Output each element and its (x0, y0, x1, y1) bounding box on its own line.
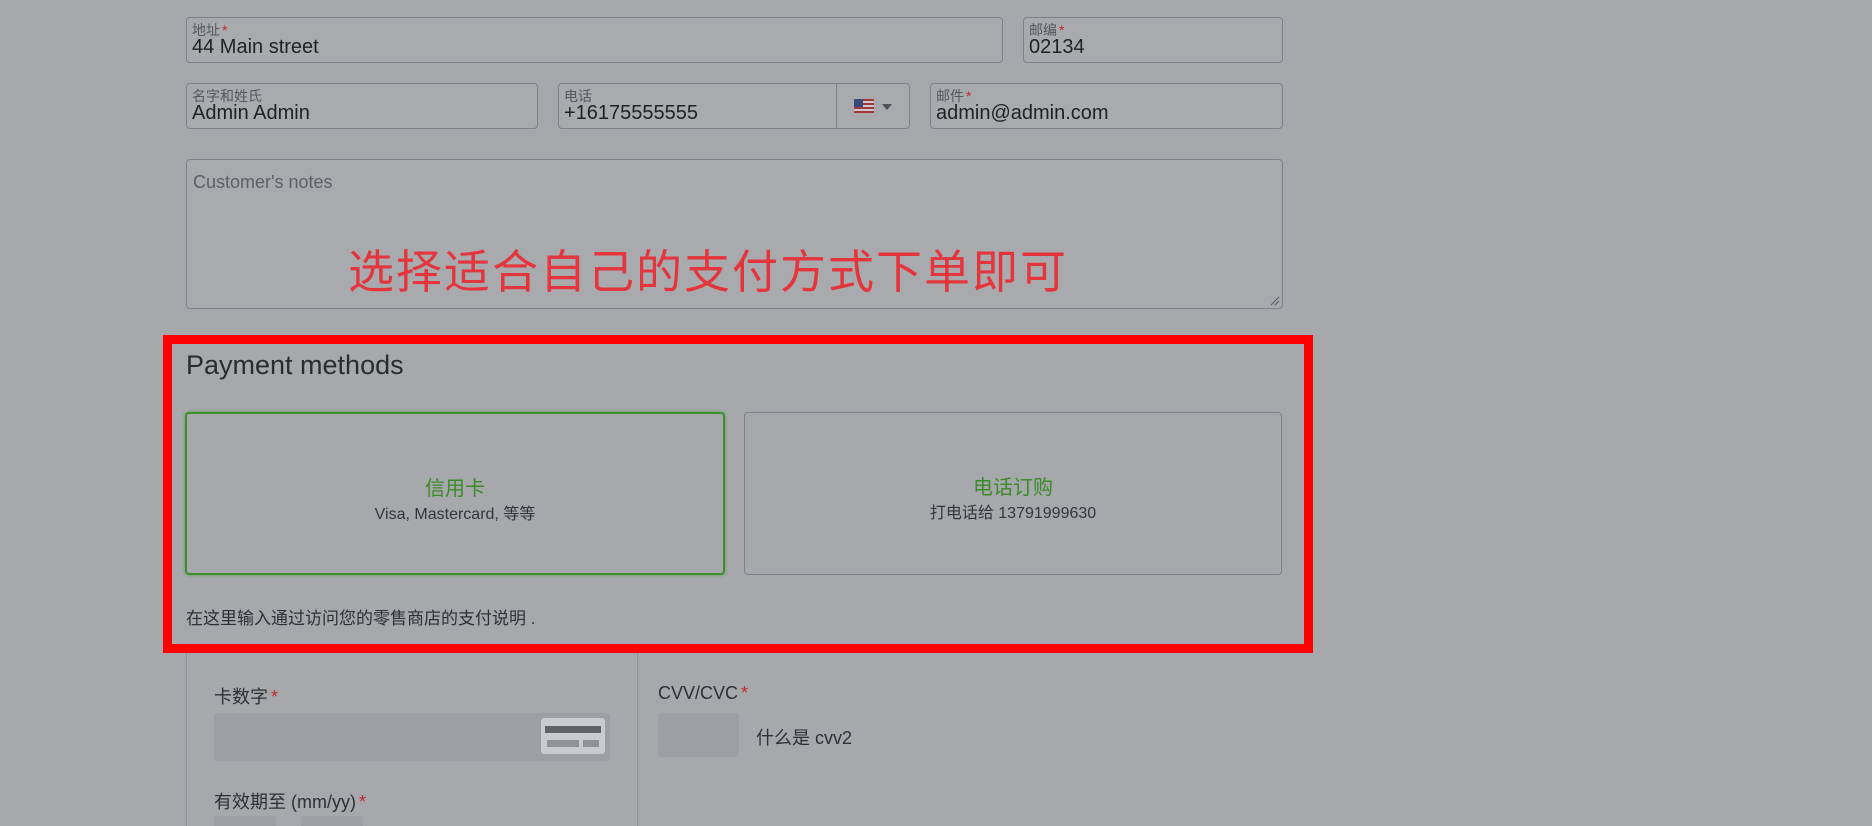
cvv-help-link[interactable]: 什么是 cvv2 (756, 724, 852, 750)
expiry-label: 有效期至 (mm/yy) * (214, 792, 366, 812)
name-field[interactable]: 名字和姓氏 Admin Admin (186, 83, 538, 129)
phone-value: +16175555555 (564, 102, 699, 124)
zip-value: 02134 (1029, 36, 1085, 58)
chevron-down-icon (882, 104, 892, 110)
phone-field[interactable]: 电话 +16175555555 (558, 83, 837, 129)
zip-field[interactable]: 邮编 * 02134 (1023, 17, 1283, 63)
country-code-dropdown[interactable] (836, 83, 910, 129)
expiry-year-input[interactable] (301, 816, 363, 826)
address-field[interactable]: 地址 * 44 Main street (186, 17, 1003, 63)
expiry-month-input[interactable] (214, 816, 276, 826)
credit-card-icon (541, 718, 605, 754)
name-value: Admin Admin (192, 102, 310, 124)
resize-grip-icon[interactable] (1268, 294, 1280, 306)
cvv-label: CVV/CVC * (658, 683, 749, 703)
address-value: 44 Main street (192, 36, 319, 58)
card-number-label: 卡数字 * (214, 687, 279, 707)
email-value: admin@admin.com (936, 102, 1109, 124)
checkout-page: 地址 * 44 Main street 邮编 * 02134 名字和姓氏 Admin… (0, 0, 1872, 826)
notes-placeholder: Customer's notes (193, 172, 333, 192)
instruction-annotation: 选择适合自己的支付方式下单即可 (348, 245, 1068, 299)
highlight-frame (163, 335, 1313, 653)
email-field[interactable]: 邮件 * admin@admin.com (930, 83, 1283, 129)
cvv-input[interactable] (658, 713, 739, 757)
us-flag-icon (854, 99, 874, 113)
